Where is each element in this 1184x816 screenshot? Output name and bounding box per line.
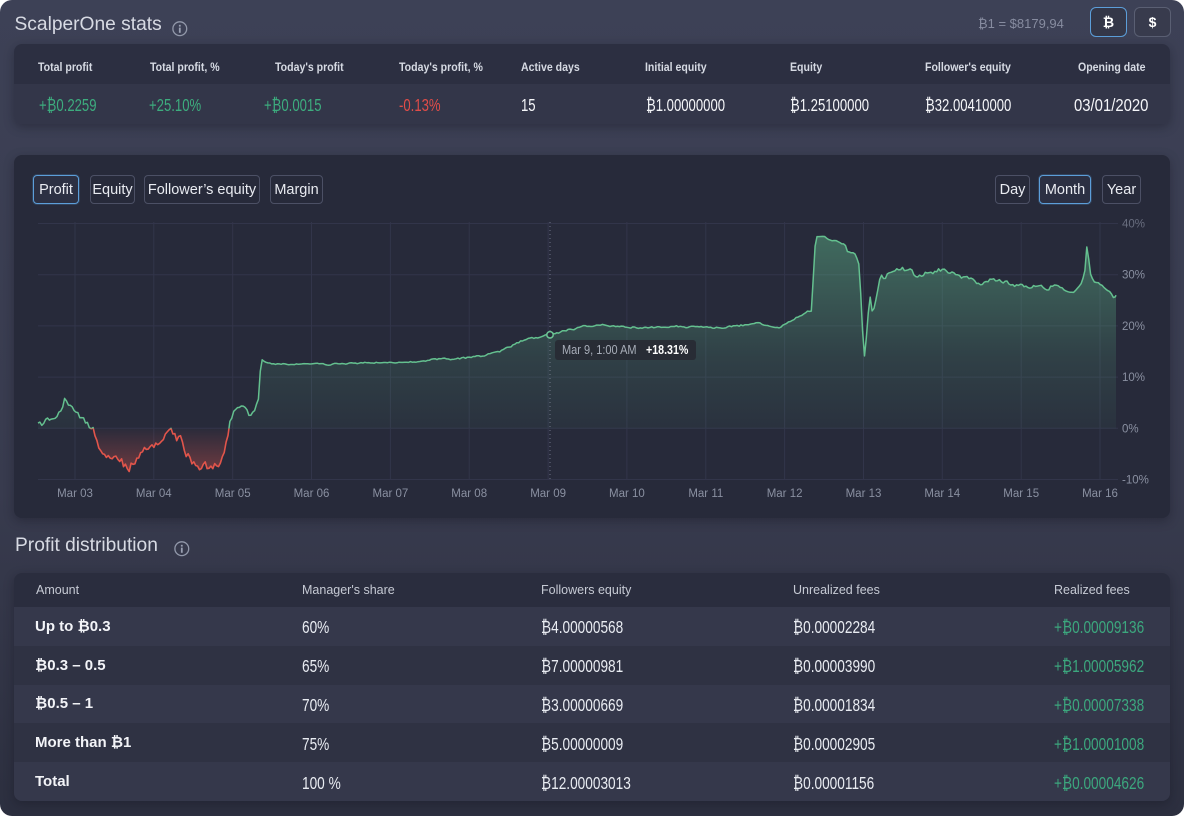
- svg-text:Mar 16: Mar 16: [1082, 488, 1118, 500]
- svg-text:Mar 05: Mar 05: [215, 488, 251, 500]
- svg-text:Mar 12: Mar 12: [767, 488, 803, 500]
- svg-text:Mar 06: Mar 06: [294, 488, 330, 500]
- svg-text:-10%: -10%: [1122, 475, 1149, 487]
- svg-text:Mar 07: Mar 07: [373, 488, 409, 500]
- svg-text:Mar 10: Mar 10: [609, 488, 645, 500]
- svg-text:Mar 09: Mar 09: [530, 488, 566, 500]
- svg-text:Mar 03: Mar 03: [57, 488, 93, 500]
- svg-text:20%: 20%: [1122, 321, 1145, 333]
- svg-text:Mar 11: Mar 11: [688, 488, 723, 500]
- svg-text:Mar 13: Mar 13: [846, 488, 882, 500]
- svg-text:Mar 14: Mar 14: [924, 488, 960, 500]
- svg-text:Mar 08: Mar 08: [451, 488, 487, 500]
- svg-text:0%: 0%: [1122, 423, 1139, 435]
- svg-text:30%: 30%: [1122, 270, 1145, 282]
- svg-text:Mar 04: Mar 04: [136, 488, 172, 500]
- svg-text:40%: 40%: [1122, 219, 1145, 231]
- svg-text:Mar 15: Mar 15: [1003, 488, 1039, 500]
- svg-text:10%: 10%: [1122, 372, 1145, 384]
